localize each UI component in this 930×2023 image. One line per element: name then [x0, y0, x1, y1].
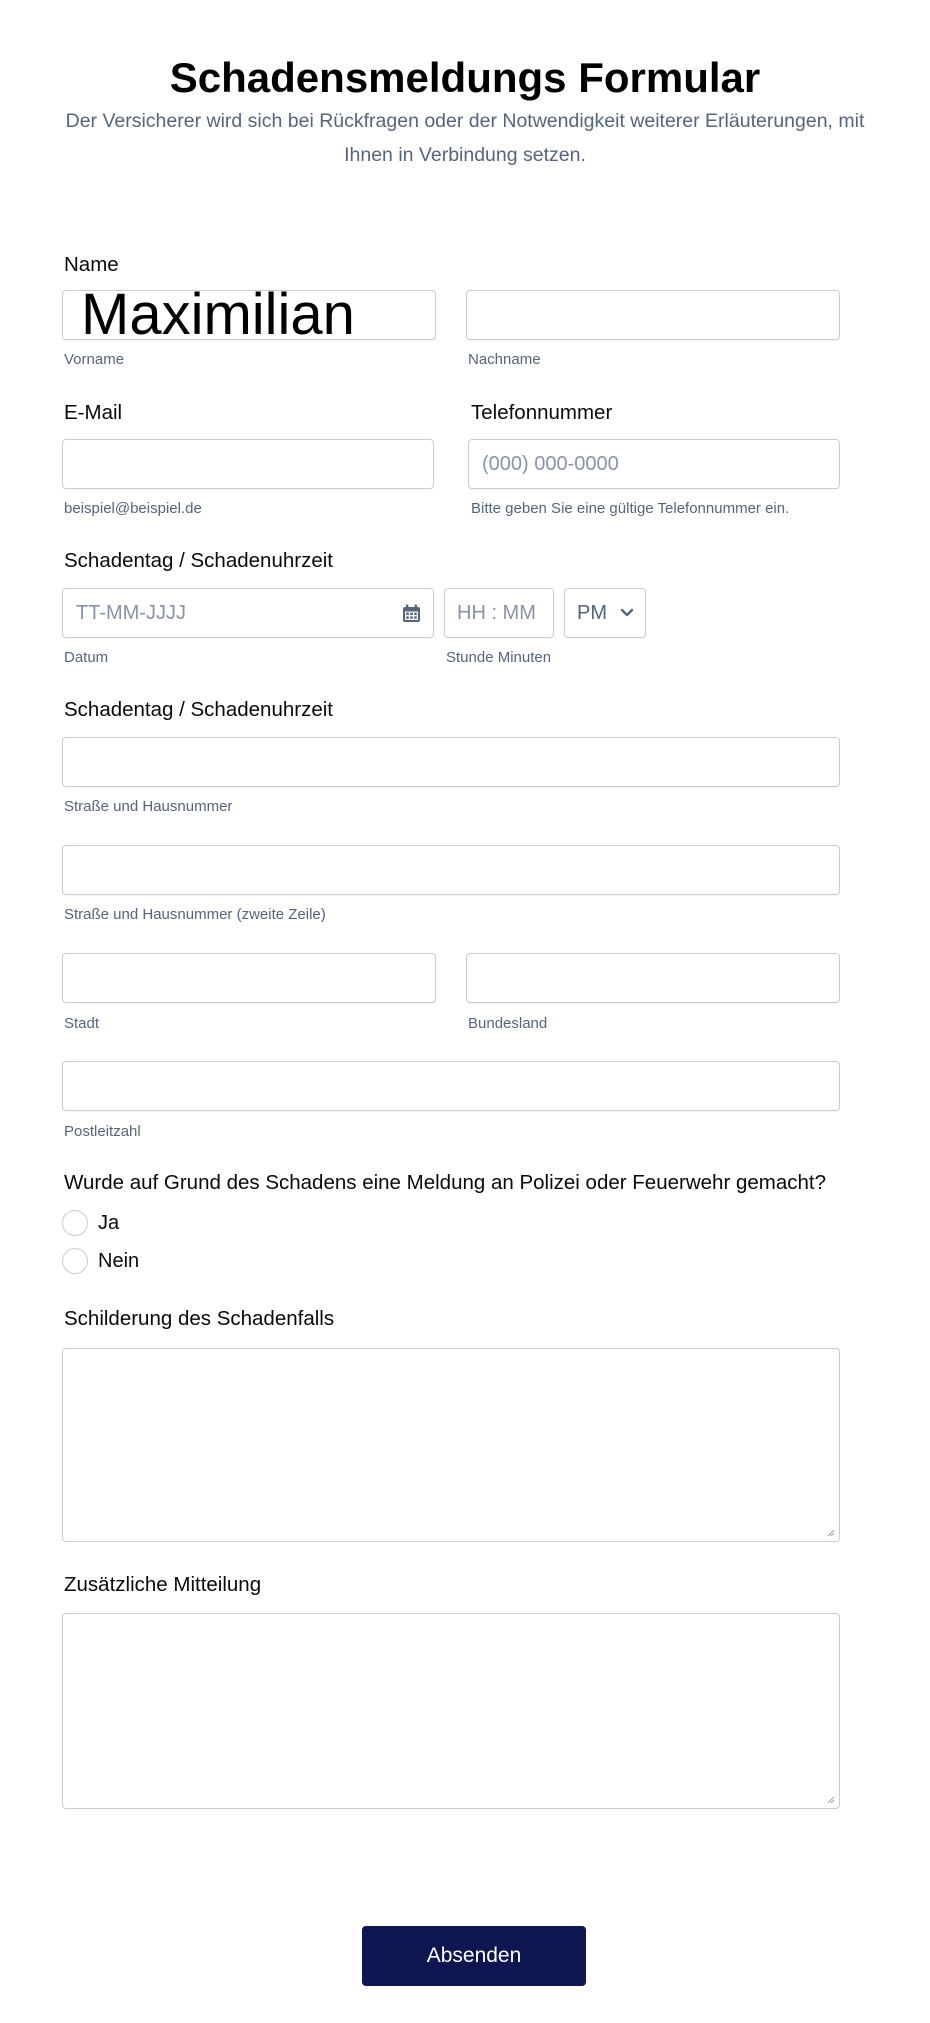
calendar-icon[interactable]	[402, 604, 421, 623]
additional-textarea[interactable]	[62, 1613, 840, 1809]
date-placeholder: TT-MM-JJJJ	[76, 602, 186, 624]
time-input[interactable]: HH : MM	[444, 588, 554, 638]
form-title: Schadensmeldungs Formular	[169, 54, 761, 101]
zip-sublabel: Postleitzahl	[64, 1123, 141, 1140]
form-subtitle: Der Versicherer wird sich bei Rückfragen…	[65, 110, 865, 166]
radio-no[interactable]	[62, 1248, 88, 1274]
street2-sublabel: Straße und Hausnummer (zweite Zeile)	[64, 906, 326, 923]
radio-yes[interactable]	[62, 1210, 88, 1236]
last-name-sublabel: Nachname	[468, 351, 541, 368]
phone-placeholder: (000) 000-0000	[482, 453, 619, 475]
datetime-label: Schadentag / Schadenuhrzeit	[64, 549, 333, 572]
phone-sublabel: Bitte geben Sie eine gültige Telefonnumm…	[471, 500, 790, 517]
first-name-sublabel: Vorname	[64, 351, 125, 368]
phone-field[interactable]: (000) 000-0000	[468, 439, 840, 489]
last-name-input[interactable]	[466, 290, 840, 340]
date-sublabel: Datum	[64, 649, 109, 666]
resize-handle-icon[interactable]	[825, 1527, 835, 1537]
submit-button[interactable]: Absenden	[362, 1926, 586, 1986]
radio-no-label[interactable]: Nein	[98, 1248, 139, 1274]
phone-label: Telefonnummer	[471, 401, 613, 424]
date-input[interactable]: TT-MM-JJJJ	[62, 588, 434, 638]
chevron-down-icon	[620, 608, 634, 617]
time-placeholder: HH : MM	[457, 602, 536, 624]
email-sublabel: beispiel@beispiel.de	[64, 500, 202, 517]
first-name-input[interactable]: Maximilian	[62, 290, 436, 340]
email-label: E-Mail	[64, 401, 123, 424]
description-label: Schilderung des Schadenfalls	[64, 1307, 335, 1330]
street-sublabel: Straße und Hausnummer	[64, 798, 233, 815]
resize-handle-icon[interactable]	[825, 1794, 835, 1804]
description-textarea[interactable]	[62, 1348, 840, 1542]
report-question: Wurde auf Grund des Schadens eine Meldun…	[64, 1171, 826, 1194]
additional-label: Zusätzliche Mitteilung	[64, 1573, 262, 1596]
state-sublabel: Bundesland	[468, 1015, 548, 1032]
email-field[interactable]	[62, 439, 434, 489]
address-label: Schadentag / Schadenuhrzeit	[64, 698, 333, 721]
city-sublabel: Stadt	[64, 1015, 100, 1032]
city-input[interactable]	[62, 953, 436, 1003]
state-input[interactable]	[466, 953, 840, 1003]
street2-input[interactable]	[62, 845, 840, 895]
radio-yes-label[interactable]: Ja	[98, 1210, 119, 1236]
ampm-select[interactable]: PM	[564, 588, 646, 638]
first-name-value: Maximilian	[81, 291, 355, 339]
time-sublabel: Stunde Minuten	[446, 649, 552, 666]
name-label: Name	[64, 253, 119, 276]
zip-input[interactable]	[62, 1061, 840, 1111]
street-input[interactable]	[62, 737, 840, 787]
